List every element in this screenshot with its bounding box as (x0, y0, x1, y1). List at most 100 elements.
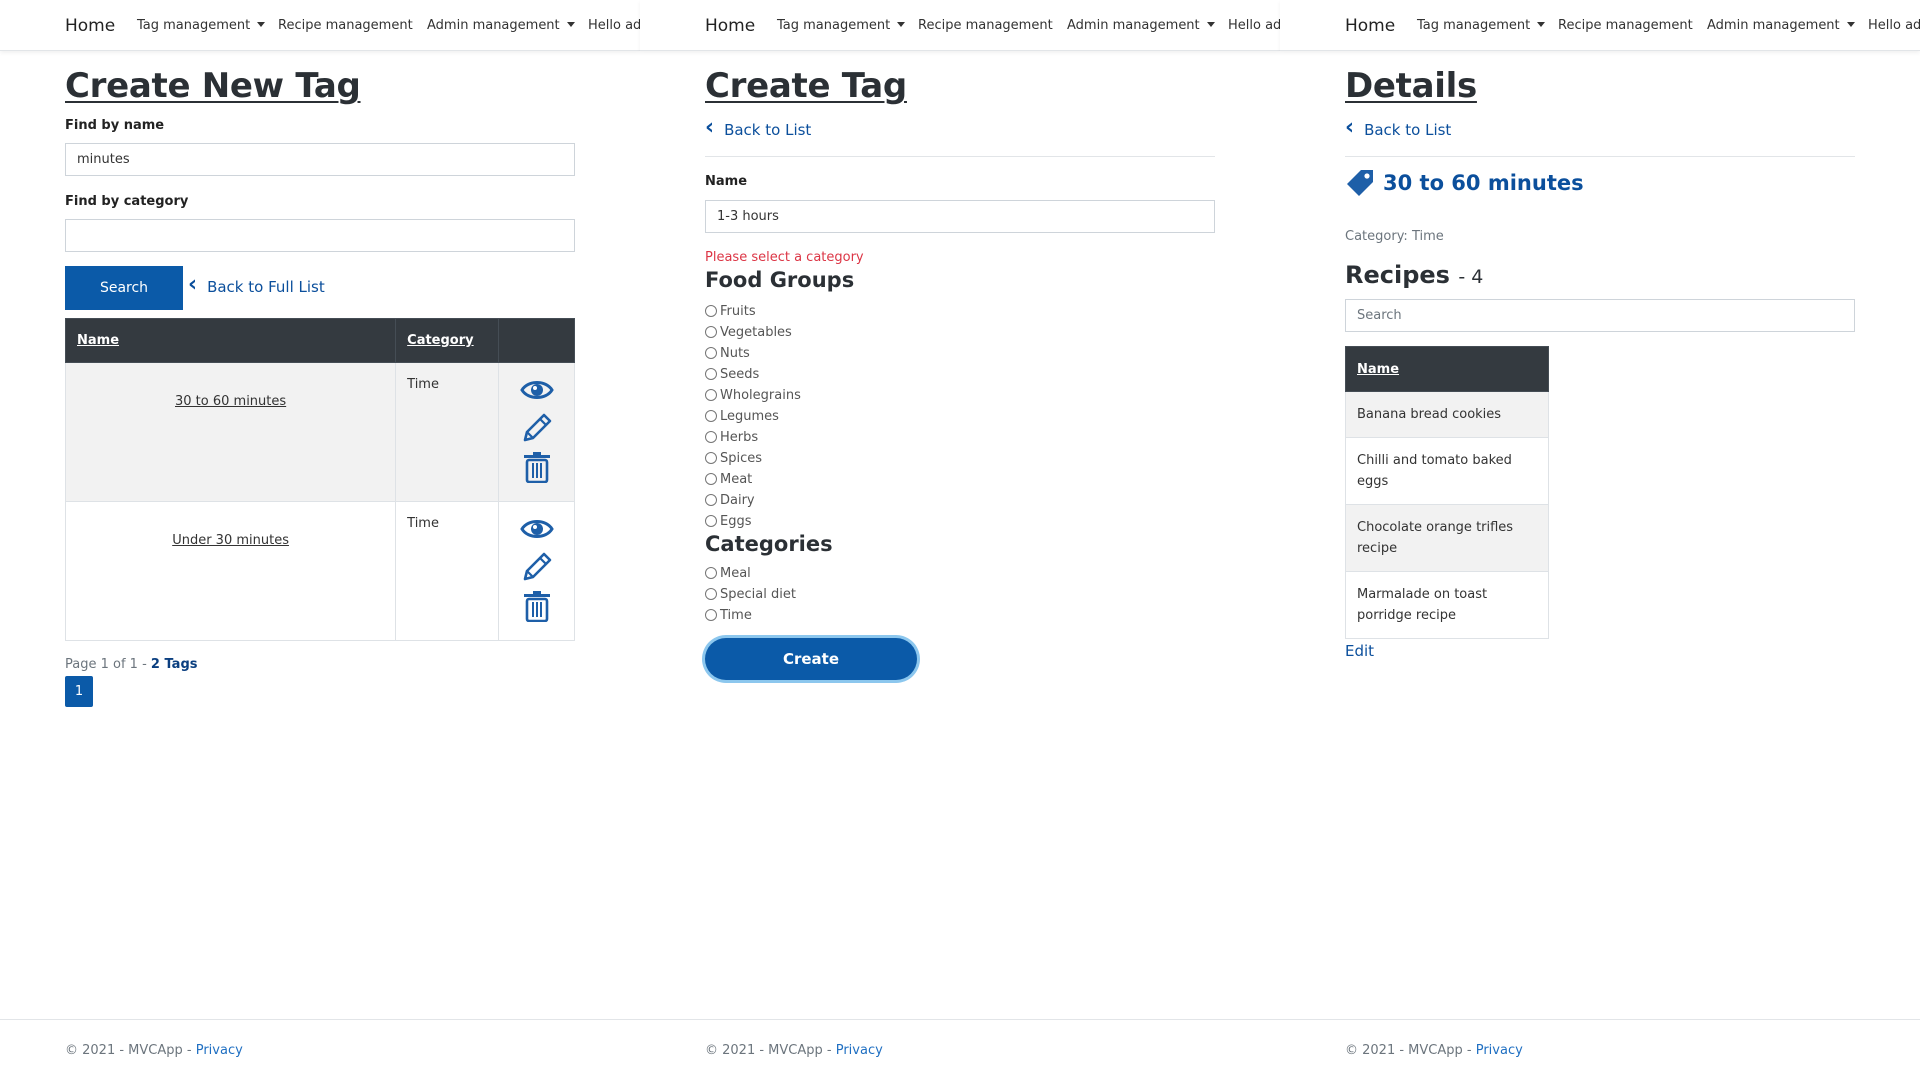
nav-hello-user[interactable]: Hello ad (1868, 18, 1920, 33)
caret-down-icon (1846, 22, 1855, 27)
eye-icon[interactable] (519, 377, 554, 403)
radio-circle[interactable] (705, 473, 717, 485)
edit-link[interactable]: Edit (1345, 642, 1374, 660)
radio-circle[interactable] (705, 588, 717, 600)
nav-admin-management-dropdown[interactable]: Admin management (1067, 18, 1215, 33)
radio-circle[interactable] (705, 567, 717, 579)
nav-admin-management-dropdown[interactable]: Admin management (1707, 18, 1855, 33)
radio-label: Meal (720, 565, 751, 581)
radio-option[interactable]: Special diet (705, 585, 796, 603)
back-to-full-list-link[interactable]: ‹ Back to Full List (188, 274, 325, 298)
caret-down-icon (566, 22, 575, 27)
radio-option[interactable]: Dairy (705, 491, 755, 509)
back-to-list-link[interactable]: ‹ Back to List (705, 115, 811, 141)
radio-circle[interactable] (705, 609, 717, 621)
recipe-name-cell[interactable]: Banana bread cookies (1345, 391, 1549, 438)
divider (705, 156, 1215, 157)
footer: © 2021 - MVCApp - Privacy (640, 1019, 1280, 1080)
radio-option[interactable]: Herbs (705, 428, 758, 446)
recipe-name-cell[interactable]: Chocolate orange trifles recipe (1345, 504, 1549, 572)
radio-circle[interactable] (705, 431, 717, 443)
radio-circle[interactable] (705, 515, 717, 527)
radio-option[interactable]: Nuts (705, 344, 750, 362)
back-to-list-link[interactable]: ‹ Back to List (1345, 117, 1452, 141)
actions-cell (498, 362, 575, 502)
name-input[interactable] (705, 200, 1215, 233)
radio-option[interactable]: Vegetables (705, 323, 792, 341)
radio-option[interactable]: Spices (705, 449, 762, 467)
category-column-header[interactable]: Category (395, 318, 500, 363)
pencil-icon[interactable] (520, 550, 554, 584)
actions-column-header (498, 318, 575, 363)
radio-label: Spices (720, 450, 763, 466)
nav-recipe-management-link[interactable]: Recipe management (1558, 18, 1693, 33)
radio-circle[interactable] (705, 410, 717, 422)
page-1-button[interactable]: 1 (65, 676, 93, 707)
nav-home-link[interactable]: Home (65, 16, 115, 36)
find-by-name-label: Find by name (65, 118, 165, 133)
radio-circle[interactable] (705, 494, 717, 506)
nav-recipe-management-link[interactable]: Recipe management (278, 18, 413, 33)
footer: © 2021 - MVCApp - Privacy (0, 1019, 640, 1080)
find-by-category-input[interactable] (65, 219, 575, 252)
radio-option[interactable]: Seeds (705, 365, 759, 383)
nav-home-link[interactable]: Home (1345, 16, 1395, 36)
nav-tag-management-dropdown[interactable]: Tag management (1417, 18, 1546, 33)
tag-name-link[interactable]: Under 30 minutes (66, 533, 395, 548)
radio-option[interactable]: Eggs (705, 512, 752, 530)
footer-copyright: © 2021 - MVCApp - (705, 1043, 836, 1058)
create-button[interactable]: Create (705, 638, 917, 680)
recipe-search-input[interactable] (1345, 299, 1855, 332)
nav-hello-user[interactable]: Hello ad (588, 18, 641, 33)
tag-search-panel: Home Tag management Recipe management Ad… (0, 0, 641, 1080)
eye-icon[interactable] (519, 516, 554, 542)
radio-circle[interactable] (705, 326, 717, 338)
nav-tag-management-dropdown[interactable]: Tag management (137, 18, 266, 33)
radio-option[interactable]: Meal (705, 564, 751, 582)
radio-circle[interactable] (705, 389, 717, 401)
privacy-link[interactable]: Privacy (836, 1043, 883, 1058)
tag-title: 30 to 60 minutes (1345, 168, 1584, 198)
nav-home-link[interactable]: Home (705, 16, 755, 36)
privacy-link[interactable]: Privacy (196, 1043, 243, 1058)
name-column-header[interactable]: Name (64, 318, 397, 363)
pencil-icon[interactable] (520, 411, 554, 445)
nav-hello-user[interactable]: Hello ad (1228, 18, 1281, 33)
nav-tag-management-label: Tag management (777, 18, 891, 33)
radio-circle[interactable] (705, 305, 717, 317)
radio-option[interactable]: Legumes (705, 407, 779, 425)
radio-option[interactable]: Meat (705, 470, 752, 488)
trash-icon[interactable] (523, 451, 551, 483)
footer-text: © 2021 - MVCApp - Privacy (65, 1043, 243, 1058)
tag-name-cell: 30 to 60 minutes (64, 362, 397, 502)
recipe-name-cell[interactable]: Chilli and tomato baked eggs (1345, 437, 1549, 505)
radio-label: Special diet (720, 586, 796, 602)
back-to-list-label: Back to List (1364, 121, 1452, 139)
nav-tag-management-label: Tag management (137, 18, 251, 33)
radio-circle[interactable] (705, 347, 717, 359)
find-by-name-input[interactable] (65, 143, 575, 176)
radio-label: Fruits (720, 303, 756, 319)
nav-tag-management-dropdown[interactable]: Tag management (777, 18, 906, 33)
chevron-left-icon: ‹ (705, 115, 715, 140)
radio-circle[interactable] (705, 452, 717, 464)
nav-recipe-management-link[interactable]: Recipe management (918, 18, 1053, 33)
recipe-name-cell[interactable]: Marmalade on toast porridge recipe (1345, 571, 1549, 639)
recipes-heading-label: Recipes (1345, 261, 1450, 289)
radio-option[interactable]: Time (705, 606, 752, 624)
table-row: 30 to 60 minutes Time (64, 362, 575, 502)
nav-admin-management-dropdown[interactable]: Admin management (427, 18, 575, 33)
privacy-link[interactable]: Privacy (1476, 1043, 1523, 1058)
pager-count: 2 Tags (150, 657, 198, 672)
navbar: Home Tag management Recipe management Ad… (0, 0, 641, 51)
caret-down-icon (257, 22, 266, 27)
trash-icon[interactable] (523, 590, 551, 622)
radio-option[interactable]: Fruits (705, 302, 756, 320)
tag-name-link[interactable]: 30 to 60 minutes (66, 394, 395, 409)
navbar: Home Tag management Recipe management Ad… (1280, 0, 1920, 51)
caret-down-icon (1537, 22, 1546, 27)
name-column-header[interactable]: Name (1345, 346, 1549, 392)
search-button[interactable]: Search (65, 266, 183, 310)
radio-circle[interactable] (705, 368, 717, 380)
radio-option[interactable]: Wholegrains (705, 386, 801, 404)
